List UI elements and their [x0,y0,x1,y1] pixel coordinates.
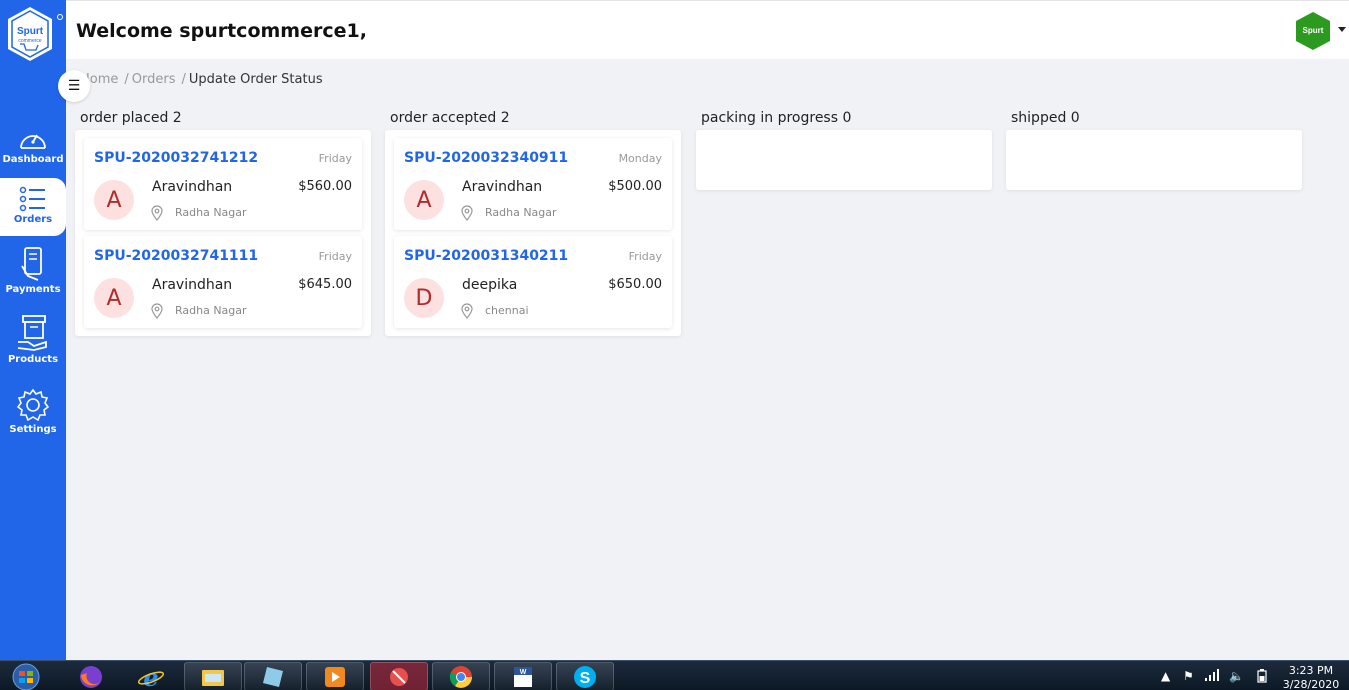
logo-text: Spurt [17,26,44,37]
sidebar-item-label: Orders [13,214,53,225]
order-amount: $650.00 [608,277,662,292]
column-title: order accepted 2 [390,110,510,126]
order-amount: $500.00 [608,179,662,194]
customer-avatar: D [404,278,444,318]
word-icon[interactable]: W [494,662,552,690]
hamburger-icon: ☰ [67,78,81,94]
user-avatar[interactable]: Spurt [1293,11,1333,51]
battery-icon[interactable] [1257,669,1267,686]
svg-text:W: W [520,669,527,676]
notepad-icon[interactable] [244,662,302,690]
menu-toggle-button[interactable]: ☰ [58,70,90,102]
sidebar-item-label: Products [7,354,59,365]
location-pin-icon [151,303,163,319]
column-body: SPU-2020032741212 Friday A Aravindhan $5… [75,130,371,336]
windows-taskbar: e W S ▲ ⚑ 🔈 3:23 PM 3/28/2020 [0,660,1349,690]
column-body: SPU-2020032340911 Monday A Aravindhan $5… [385,130,681,336]
registered-icon [57,14,63,20]
action-center-flag-icon[interactable]: ⚑ [1183,669,1194,683]
skype-icon[interactable]: S [556,662,614,690]
customer-location: Radha Nagar [175,206,247,219]
order-amount: $560.00 [298,179,352,194]
gear-icon [16,388,50,422]
media-player-icon[interactable] [306,662,364,690]
show-hidden-icons-icon[interactable]: ▲ [1161,669,1170,683]
order-card[interactable]: SPU-2020032340911 Monday A Aravindhan $5… [394,138,672,230]
taskbar-clock[interactable]: 3:23 PM 3/28/2020 [1281,664,1341,690]
gauge-icon [20,134,46,149]
customer-avatar: A [94,180,134,220]
list-icon [19,186,45,212]
volume-icon[interactable]: 🔈 [1229,669,1244,683]
avatar-text: Spurt [1303,26,1324,35]
order-id[interactable]: SPU-2020032340911 [404,150,568,166]
column-body[interactable] [1006,130,1302,190]
snipping-tool-icon[interactable] [370,662,428,690]
status-column-shipped: shipped 0 [1006,108,1302,190]
order-id[interactable]: SPU-2020032741111 [94,248,258,264]
column-body[interactable] [696,130,992,190]
sidebar-item-label: Settings [9,424,57,435]
order-card[interactable]: SPU-2020032741212 Friday A Aravindhan $5… [84,138,362,230]
customer-avatar: A [404,180,444,220]
status-column-packing: packing in progress 0 [696,108,992,190]
customer-name: Aravindhan [152,277,233,293]
file-explorer-icon[interactable] [184,662,242,690]
order-id[interactable]: SPU-2020032741212 [94,150,258,166]
customer-location: Radha Nagar [175,304,247,317]
status-column-order-accepted: order accepted 2 SPU-2020032340911 Monda… [385,108,681,336]
sidebar-item-dashboard[interactable]: Dashboard [0,120,66,176]
column-title: order placed 2 [80,110,182,126]
breadcrumb-current: Update Order Status [188,72,323,87]
chevron-down-icon[interactable] [1338,27,1346,32]
logo-subtext: commerce [18,38,42,44]
order-day: Friday [318,250,352,263]
order-day: Friday [318,152,352,165]
chrome-icon[interactable] [432,662,490,690]
customer-location: Radha Nagar [485,206,557,219]
sidebar-item-label: Payments [5,284,61,295]
sidebar: Spurt commerce Dashboard Orders Payments… [0,0,66,660]
top-header: Welcome spurtcommerce1, Spurt [66,0,1349,59]
column-title: shipped 0 [1011,110,1080,126]
welcome-message: Welcome spurtcommerce1, [76,20,367,42]
customer-name: Aravindhan [152,179,233,195]
status-column-order-placed: order placed 2 SPU-2020032741212 Friday … [75,108,371,336]
customer-location: chennai [485,304,529,317]
svg-text:S: S [580,670,591,687]
customer-name: Aravindhan [462,179,543,195]
internet-explorer-icon[interactable]: e [122,662,180,690]
sidebar-item-orders[interactable]: Orders [0,178,66,236]
location-pin-icon [461,205,473,221]
network-signal-icon[interactable] [1205,669,1219,684]
order-id[interactable]: SPU-2020031340211 [404,248,568,264]
location-pin-icon [461,303,473,319]
order-amount: $645.00 [298,277,352,292]
firefox-icon[interactable] [62,662,120,690]
sidebar-item-products[interactable]: Products [0,314,66,370]
sidebar-item-settings[interactable]: Settings [0,388,66,444]
order-card[interactable]: SPU-2020031340211 Friday D deepika $650.… [394,236,672,328]
order-card[interactable]: SPU-2020032741111 Friday A Aravindhan $6… [84,236,362,328]
sidebar-item-label: Dashboard [2,154,64,165]
sidebar-item-payments[interactable]: Payments [0,246,66,302]
customer-name: deepika [462,277,518,293]
column-title: packing in progress 0 [701,110,852,126]
location-pin-icon [151,205,163,221]
box-hand-icon [17,315,47,351]
breadcrumb: Home / Orders / Update Order Status [80,72,323,87]
system-tray: ▲ ⚑ 🔈 3:23 PM 3/28/2020 [1149,661,1349,690]
start-button[interactable] [6,663,46,690]
customer-avatar: A [94,278,134,318]
breadcrumb-orders[interactable]: Orders [132,72,176,87]
clock-time: 3:23 PM [1288,664,1334,677]
spurt-logo[interactable]: Spurt commerce [6,6,63,62]
order-day: Friday [628,250,662,263]
card-hand-icon [21,247,42,281]
clock-date: 3/28/2020 [1282,678,1340,690]
order-day: Monday [618,152,662,165]
